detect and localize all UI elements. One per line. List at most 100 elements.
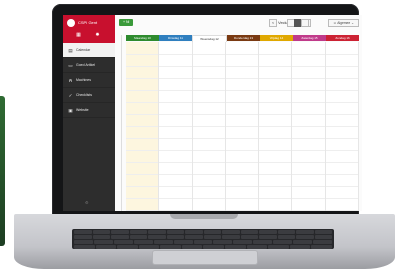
time-slot-line [159, 90, 192, 91]
time-slot-line [225, 210, 259, 211]
brand-logo [67, 19, 75, 27]
time-slot-line [292, 174, 325, 175]
time-slot-line [292, 138, 325, 139]
time-slot-line [192, 198, 225, 199]
time-slot-line [126, 78, 159, 79]
week-calendar: Maandag 10 Dinsdag 11 Woensdag 12 Donder… [121, 35, 360, 211]
day-header[interactable]: Zaterdag 15 [293, 35, 326, 41]
day-column[interactable] [126, 42, 160, 211]
brand-name: CSPI Gent [78, 20, 98, 25]
time-slot-line [225, 186, 259, 187]
sidebar-footer-icon[interactable]: ⚙ [85, 200, 89, 205]
time-slot-line [225, 66, 259, 67]
time-slot-line [259, 198, 292, 199]
sidebar-item-machines[interactable]: ⍾ Machines [63, 73, 115, 88]
time-slot-line [259, 186, 292, 187]
time-slot-line [259, 126, 292, 127]
time-slot-line [292, 54, 325, 55]
time-slot-line [259, 138, 292, 139]
day-header[interactable]: Dinsdag 11 [159, 35, 192, 41]
user-dropdown-label: Algemee [337, 21, 351, 25]
time-slot-line [192, 66, 225, 67]
time-slot-line [126, 114, 159, 115]
time-slot-line [192, 138, 225, 139]
sidebar-item-label: Checklists [76, 93, 92, 97]
time-slot-line [159, 174, 192, 175]
time-slot-line [259, 102, 292, 103]
time-slot-line [259, 78, 292, 79]
time-slot-line [325, 174, 358, 175]
time-slot-line [126, 66, 159, 67]
time-slot-line [192, 174, 225, 175]
day-column[interactable] [192, 42, 226, 211]
time-slot-line [325, 210, 358, 211]
background-edge [0, 96, 5, 246]
time-slot-line [159, 138, 192, 139]
sidebar-item-label: Website [76, 108, 89, 112]
time-slot-line [292, 210, 325, 211]
laptop-hinge [170, 214, 238, 219]
card-icon: ▭ [68, 62, 73, 68]
view-month-button[interactable] [301, 19, 309, 27]
day-column[interactable] [325, 42, 359, 211]
day-header[interactable]: Maandag 10 [126, 35, 159, 41]
time-slot-line [192, 90, 225, 91]
user-dropdown[interactable]: ☺ Algemee ⌄ [328, 19, 359, 27]
time-slot-line [192, 162, 225, 163]
time-slot-line [259, 66, 292, 67]
sidebar-item-calendar[interactable]: ▤ Calendar [63, 43, 115, 58]
time-slot-line [259, 162, 292, 163]
day-header[interactable]: Zondag 16 [326, 35, 359, 41]
time-slot-line [292, 66, 325, 67]
calendar-grid[interactable] [126, 42, 359, 211]
sidebar-item-goed-artikel[interactable]: ▭ Goed Artikel [63, 58, 115, 73]
time-slot-line [325, 198, 358, 199]
time-slot-line [159, 210, 192, 211]
check-icon: ✓ [68, 92, 73, 98]
time-slot-line [259, 174, 292, 175]
time-slot-line [159, 186, 192, 187]
time-slot-line [325, 66, 358, 67]
time-slot-line [126, 210, 159, 211]
time-slot-line [159, 198, 192, 199]
time-slot-line [292, 102, 325, 103]
bell-icon: ⍾ [69, 77, 72, 83]
time-slot-line [192, 102, 225, 103]
day-column[interactable] [292, 42, 326, 211]
time-slot-line [292, 114, 325, 115]
sidebar-item-website[interactable]: ▣ Website [63, 103, 115, 118]
time-slot-line [225, 78, 259, 79]
time-slot-line [225, 126, 259, 127]
time-slot-line [225, 54, 259, 55]
time-slot-line [292, 186, 325, 187]
time-slot-line [126, 102, 159, 103]
day-header[interactable]: Vrijdag 14 [260, 35, 293, 41]
day-header[interactable]: Donderdag 13 [227, 35, 260, 41]
laptop-keyboard [72, 229, 334, 249]
time-slot-line [192, 78, 225, 79]
sidebar-item-checklists[interactable]: ✓ Checklists [63, 88, 115, 103]
day-column[interactable] [259, 42, 293, 211]
time-slot-line [192, 210, 225, 211]
time-slot-line [126, 162, 159, 163]
settings-icon[interactable]: ✹ [95, 33, 100, 38]
sidebar: CSPI Gent ▦ ✹ ▤ Calendar ▭ Goed Artikel … [63, 15, 115, 211]
time-slot-line [159, 66, 192, 67]
time-slot-line [159, 150, 192, 151]
new-button[interactable]: + Ni [119, 19, 134, 26]
time-slot-line [192, 114, 225, 115]
day-column[interactable] [225, 42, 260, 211]
app-screen: CSPI Gent ▦ ✹ ▤ Calendar ▭ Goed Artikel … [63, 15, 362, 211]
prev-week-button[interactable]: < [269, 19, 277, 27]
time-slot-line [159, 78, 192, 79]
sidebar-item-label: Calendar [76, 48, 91, 52]
time-slot-line [225, 114, 259, 115]
time-slot-line [292, 162, 325, 163]
grid-icon[interactable]: ▦ [76, 33, 81, 38]
time-slot-line [292, 198, 325, 199]
user-icon: ☺ [333, 21, 337, 25]
time-slot-line [292, 150, 325, 151]
plus-icon: + [123, 20, 126, 24]
day-column[interactable] [159, 42, 193, 211]
time-slot-line [292, 126, 325, 127]
